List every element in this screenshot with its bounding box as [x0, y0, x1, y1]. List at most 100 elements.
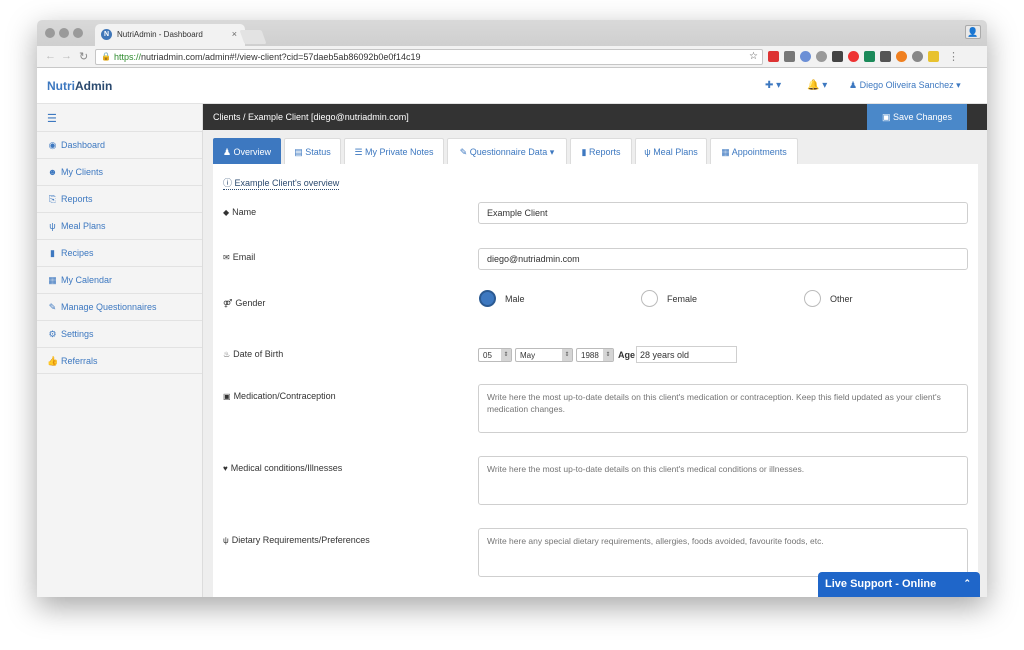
sidebar-item-label: Dashboard [61, 140, 106, 150]
extension-icon[interactable] [832, 51, 843, 62]
gender-option-label: Other [830, 294, 853, 304]
edit-icon: ✎ [48, 302, 57, 312]
email-label: ✉ Email [223, 252, 256, 262]
dob-label: ♨ Date of Birth [223, 349, 284, 359]
dietary-textarea[interactable] [478, 528, 968, 577]
url-scheme: https:// [114, 52, 142, 62]
gear-icon: ⚙ [48, 329, 57, 339]
url-input[interactable]: 🔒 https://nutriadmin.com/admin#!/view-cl… [95, 49, 763, 65]
reports-icon: ⎘ [48, 194, 57, 204]
medkit-icon: ▣ [223, 392, 231, 401]
sidebar-item-my-clients[interactable]: ☻ My Clients [37, 158, 202, 185]
browser-window: N NutriAdmin - Dashboard × 👤 ← → ↻ 🔒 htt… [37, 20, 987, 597]
sidebar-item-referrals[interactable]: 👍 Referrals [37, 347, 202, 374]
sidebar-item-manage-questionnaires[interactable]: ✎ Manage Questionnaires [37, 293, 202, 320]
extension-icon[interactable] [912, 51, 923, 62]
extension-icon[interactable] [848, 51, 859, 62]
dob-year-select[interactable]: 1988 ⇕ [576, 348, 614, 362]
sidebar-item-dashboard[interactable]: ◉ Dashboard [37, 131, 202, 158]
overview-panel: ⓘ Example Client's overview ◆Name ✉Email… [213, 164, 978, 597]
minimize-window-icon[interactable] [59, 28, 69, 38]
sidebar-item-meal-plans[interactable]: ψ Meal Plans [37, 212, 202, 239]
user-menu[interactable]: ♟ Diego Oliveira Sanchez ▾ [849, 80, 961, 91]
browser-tab[interactable]: N NutriAdmin - Dashboard × [95, 24, 245, 46]
envelope-icon: ✉ [223, 253, 230, 262]
medication-label: ▣ Medication/Contraception [223, 391, 336, 401]
tab-status[interactable]: ▤ Status [284, 138, 341, 164]
url-path: nutriadmin.com/admin#!/view-client?cid=5… [141, 52, 421, 62]
medication-textarea[interactable] [478, 384, 968, 433]
new-tab-button[interactable] [239, 30, 267, 44]
sidebar: ☰ ◉ Dashboard ☻ My Clients ⎘ Reports ψ M… [37, 104, 203, 597]
sidebar-item-recipes[interactable]: ▮ Recipes [37, 239, 202, 266]
dietary-label: ψ Dietary Requirements/Preferences [223, 535, 370, 545]
email-input[interactable] [478, 248, 968, 270]
edit-icon: ✎ [459, 147, 470, 157]
chevron-up-icon[interactable]: ⌃ [963, 578, 971, 589]
browser-menu-icon[interactable]: ⋮ [948, 50, 959, 63]
extension-icon[interactable] [880, 51, 891, 62]
gender-radio-male[interactable] [479, 290, 496, 307]
extension-icon[interactable] [928, 51, 939, 62]
gender-radio-other[interactable] [804, 290, 821, 307]
tab-meal-plans[interactable]: ψ Meal Plans [635, 138, 707, 164]
lock-icon: 🔒 [101, 52, 111, 61]
gender-icon: ⚤ [223, 299, 233, 308]
maximize-window-icon[interactable] [73, 28, 83, 38]
sidebar-item-label: My Calendar [61, 275, 113, 285]
browser-tab-strip: N NutriAdmin - Dashboard × 👤 [37, 20, 987, 46]
dob-day-select[interactable]: 05 ⇕ [478, 348, 512, 362]
book-icon: ▮ [50, 248, 55, 258]
conditions-textarea[interactable] [478, 456, 968, 505]
name-input[interactable] [478, 202, 968, 224]
profile-icon[interactable]: 👤 [965, 25, 981, 39]
hamburger-menu-icon[interactable]: ☰ [47, 112, 57, 125]
sidebar-item-label: Settings [61, 329, 94, 339]
address-bar-row: ← → ↻ 🔒 https://nutriadmin.com/admin#!/v… [37, 46, 987, 68]
select-arrows-icon: ⇕ [562, 349, 572, 361]
sidebar-item-label: Referrals [61, 356, 98, 366]
chevron-down-icon: ▾ [956, 80, 961, 90]
sidebar-item-label: Recipes [61, 248, 94, 258]
heartbeat-icon: ♥ [223, 464, 228, 473]
bookmark-star-icon[interactable]: ☆ [749, 51, 758, 62]
extension-icon[interactable] [896, 51, 907, 62]
extension-icon[interactable] [816, 51, 827, 62]
gender-radio-female[interactable] [641, 290, 658, 307]
reload-icon[interactable]: ↻ [79, 50, 88, 63]
live-support-widget[interactable]: Live Support - Online ⌃ [818, 572, 980, 597]
dob-month-select[interactable]: May ⇕ [515, 348, 573, 362]
dashboard-icon: ◉ [48, 140, 57, 150]
close-window-icon[interactable] [45, 28, 55, 38]
cutlery-icon: ψ [644, 147, 654, 157]
back-arrow-icon[interactable]: ← [45, 50, 56, 62]
thumbs-up-icon: 👍 [47, 356, 59, 366]
brand-logo[interactable]: NutriAdmin [47, 79, 112, 93]
overview-link[interactable]: ⓘ Example Client's overview [223, 176, 340, 190]
tab-overview[interactable]: ♟ Overview [213, 138, 281, 164]
save-changes-button[interactable]: ▣ Save Changes [867, 104, 967, 130]
breadcrumb: Clients / Example Client [diego@nutriadm… [213, 112, 409, 122]
extension-icon[interactable] [784, 51, 795, 62]
forward-arrow-icon[interactable]: → [61, 50, 72, 62]
tab-appointments[interactable]: ▦ Appointments [710, 138, 798, 164]
tab-reports[interactable]: ▮ Reports [570, 138, 632, 164]
user-icon: ♟ [222, 147, 234, 157]
tab-questionnaire-data[interactable]: ✎ Questionnaire Data ▾ [447, 138, 567, 164]
save-icon: ▣ [881, 112, 893, 122]
sidebar-item-my-calendar[interactable]: ▦ My Calendar [37, 266, 202, 293]
extension-icon[interactable] [864, 51, 875, 62]
age-value: 28 years old [636, 346, 737, 363]
close-tab-icon[interactable]: × [232, 29, 237, 39]
sidebar-item-label: Reports [61, 194, 93, 204]
extension-abp-icon[interactable] [768, 51, 779, 62]
select-arrows-icon: ⇕ [501, 349, 511, 361]
tab-my-private-notes[interactable]: ☰ My Private Notes [344, 138, 444, 164]
notifications-bell-icon[interactable]: 🔔 ▾ [807, 80, 827, 91]
name-label: ◆ Name [223, 207, 257, 217]
sidebar-item-settings[interactable]: ⚙ Settings [37, 320, 202, 347]
sidebar-item-reports[interactable]: ⎘ Reports [37, 185, 202, 212]
help-dropdown-icon[interactable]: ✚ ▾ [765, 80, 781, 91]
extension-icon[interactable] [800, 51, 811, 62]
nutriadmin-favicon-icon: N [101, 29, 112, 40]
